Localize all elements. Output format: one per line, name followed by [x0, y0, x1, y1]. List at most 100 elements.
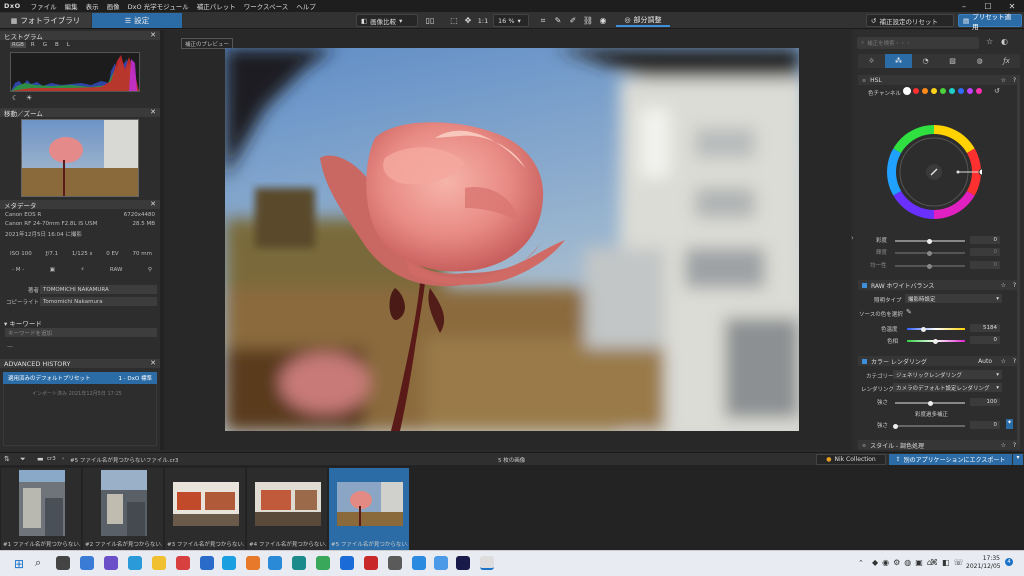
histo-tab-r[interactable]: R [28, 42, 38, 48]
crop-icon[interactable]: ⌗ [537, 14, 549, 27]
copyright-field[interactable]: Tomomichi Nakamura [40, 297, 157, 306]
style-toning-header[interactable]: ▪ スタイル - 調色処理 ☆ ? [858, 440, 1020, 450]
main-photo[interactable] [225, 48, 799, 431]
uniformity-slider[interactable] [895, 263, 965, 269]
temperature-slider[interactable] [907, 326, 965, 332]
task-view-icon[interactable] [56, 556, 70, 570]
photolab-icon[interactable] [456, 556, 470, 570]
move-hand-icon[interactable]: ✥ [462, 14, 474, 27]
edge-icon[interactable] [128, 556, 142, 570]
enabled-checkbox[interactable] [862, 358, 867, 364]
menu-workspace[interactable]: ワークスペース [240, 1, 293, 11]
highlight-clipping-icon[interactable]: ☀ [26, 94, 32, 102]
reset-channel-icon[interactable]: ↺ [994, 87, 1000, 95]
local-adjustments-button[interactable]: ◎ 部分調整 [616, 14, 670, 27]
color-channel-dot[interactable] [958, 88, 964, 94]
favorite-star-icon[interactable]: ☆ [986, 37, 993, 46]
close-icon[interactable]: ✕ [150, 200, 156, 208]
star-icon[interactable]: ☆ [1001, 442, 1006, 449]
split-view-icon[interactable]: ▯▯ [424, 14, 436, 27]
tab-fx-icon[interactable]: ƒx [993, 54, 1020, 68]
intensity2-knob[interactable] [893, 423, 898, 429]
widgets-icon[interactable] [80, 556, 94, 570]
menu-optics[interactable]: DxO 光学モジュール [124, 1, 193, 11]
keyword-input[interactable]: キーワードを追加 [5, 328, 157, 337]
white-balance-header[interactable]: RAW ホワイトバランス ☆ ? [858, 280, 1020, 290]
firefox-icon[interactable] [246, 556, 260, 570]
opera-icon[interactable] [364, 556, 378, 570]
crop-frame-icon[interactable]: ⬚ [448, 14, 460, 27]
color-channel-dot[interactable] [940, 88, 946, 94]
explorer-icon[interactable] [152, 556, 166, 570]
color-rendering-header[interactable]: カラー レンダリング Auto ☆ ? [858, 356, 1020, 366]
histo-tab-rgb[interactable]: RGB [10, 42, 26, 48]
hsl-header[interactable]: ▪ HSL ☆ ? [858, 75, 1020, 85]
saturation-slider[interactable] [895, 238, 965, 244]
tab-effects-icon[interactable]: ◍ [966, 54, 993, 68]
author-field[interactable]: TOMOMICHI NAKAMURA [40, 285, 157, 294]
category-select[interactable]: ジェネリックレンダリング ▾ [893, 370, 1002, 379]
luminance-value[interactable]: 0 [970, 248, 1000, 256]
search-icon[interactable]: ⌕ [35, 556, 41, 570]
nik-collection-button[interactable]: ● Nik Collection [816, 454, 886, 465]
tint-value[interactable]: 0 [970, 336, 1000, 344]
toggle-square-icon[interactable]: ▪ [862, 77, 866, 84]
folder-name[interactable]: cr3 [47, 456, 56, 462]
color-channel-dot[interactable] [913, 88, 919, 94]
thumbnail-4[interactable]: #4 ファイル名が見つからない... [247, 468, 327, 550]
intensity2-slider[interactable] [893, 423, 965, 429]
app-icon-16[interactable] [412, 556, 426, 570]
sort-icon[interactable]: ⇅ [4, 455, 10, 463]
eye-icon[interactable]: ◉ [597, 14, 609, 27]
help-icon[interactable]: ? [1013, 442, 1016, 449]
intensity2-value[interactable]: 0 [970, 421, 1000, 429]
right-scrollbar[interactable] [1017, 75, 1020, 445]
navigator-header[interactable]: 移動／ズーム ✕ [0, 108, 160, 118]
color-channel-dot[interactable] [931, 88, 937, 94]
app-icon-17[interactable] [434, 556, 448, 570]
color-channel-dot[interactable] [967, 88, 973, 94]
luminance-slider[interactable] [895, 250, 965, 256]
keyword-header[interactable]: ▾ キーワード [4, 318, 42, 328]
help-icon[interactable]: ? [1013, 358, 1016, 365]
close-icon[interactable]: ✕ [150, 359, 156, 367]
app-icon-7[interactable] [176, 556, 190, 570]
color-channel-dot[interactable] [976, 88, 982, 94]
history-item[interactable]: 適用済みのデフォルトプリセット 1 - DxO 標準 [3, 372, 157, 384]
menu-help[interactable]: ヘルプ [292, 1, 320, 11]
intensity-value[interactable]: 100 [970, 398, 1000, 406]
link-icon[interactable]: ⛓ [582, 14, 594, 27]
wand-icon[interactable]: ✦ [1006, 419, 1013, 429]
histo-tab-l[interactable]: L [64, 42, 73, 48]
luminance-knob[interactable] [927, 250, 932, 256]
correction-search-input[interactable]: ⌕ 補正を検索・・・ [857, 37, 979, 49]
tint-knob[interactable] [933, 338, 938, 344]
rendering-select[interactable]: カメラのデフォルト設定レンダリング ▾ [893, 383, 1002, 392]
tab-photo-library[interactable]: ▦ フォトライブラリ [0, 13, 91, 28]
preset-type-select[interactable]: 撮影時設定 ▾ [905, 294, 1002, 303]
tray-icons[interactable]: ◆◉⚙◍▣⌂ [872, 558, 936, 567]
settings-icon[interactable] [388, 556, 402, 570]
histo-tab-b[interactable]: B [52, 42, 62, 48]
repair-icon[interactable]: ✐ [567, 14, 579, 27]
menu-view[interactable]: 表示 [82, 1, 103, 11]
color-channel-dot[interactable] [904, 88, 910, 94]
start-icon[interactable]: ⊞ [14, 557, 24, 571]
eyedropper-icon[interactable]: ✎ [906, 308, 912, 316]
eyedropper-icon[interactable]: ✎ [552, 14, 564, 27]
saturation-knob[interactable] [927, 238, 932, 244]
zoom-100-button[interactable]: 1:1 [476, 14, 490, 27]
tray-chevron-icon[interactable]: ⌃ [858, 559, 864, 567]
export-button[interactable]: ⇪ 別のアプリケーションにエクスポート [889, 454, 1012, 465]
color-channel-dot[interactable] [922, 88, 928, 94]
menu-image[interactable]: 画像 [103, 1, 124, 11]
menu-file[interactable]: ファイル [27, 1, 61, 11]
help-icon[interactable]: ? [1013, 77, 1016, 84]
color-channel-dot[interactable] [949, 88, 955, 94]
chrome-icon[interactable] [316, 556, 330, 570]
temperature-value[interactable]: 5184 [970, 324, 1000, 332]
intensity-knob[interactable] [928, 400, 933, 406]
uniformity-value[interactable]: 0 [970, 261, 1000, 269]
tab-geometry-icon[interactable]: ▧ [939, 54, 966, 68]
chat-icon[interactable] [104, 556, 118, 570]
